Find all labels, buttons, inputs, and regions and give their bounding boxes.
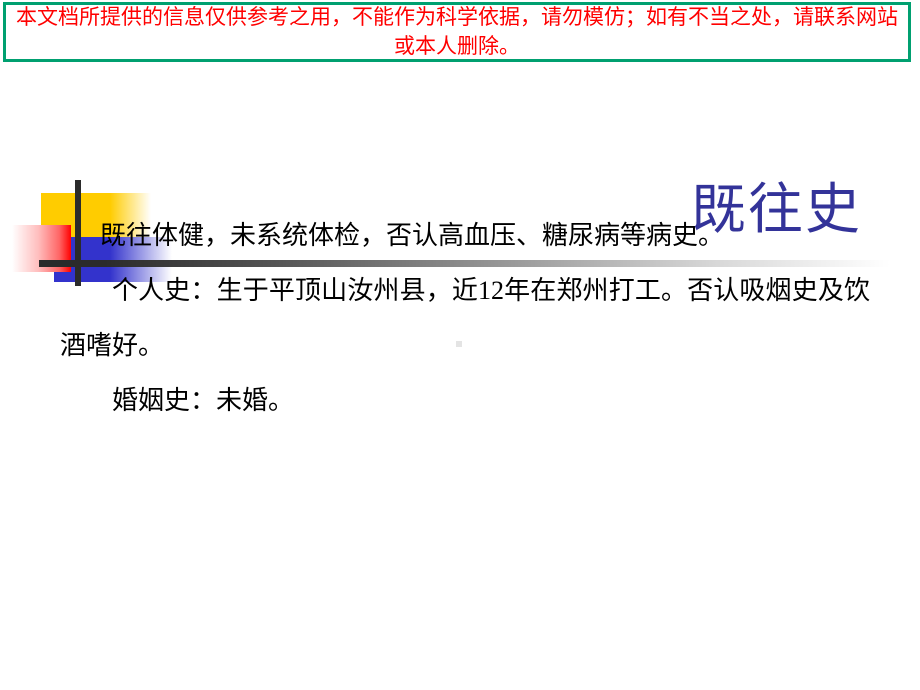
paragraph-past-history: 既往体健，未系统体检，否认高血压、糖尿病等病史。 (100, 221, 725, 250)
disclaimer-text: 本文档所提供的信息仅供参考之用，不能作为科学依据，请勿模仿；如有不当之处，请联系… (16, 5, 898, 58)
paragraph-personal-history: 个人史：生于平顶山汝州县，近12年在郑州打工。否认吸烟史及饮酒嗜好。 (60, 276, 870, 360)
slide-body: 既往体健，未系统体检，否认高血压、糖尿病等病史。 个人史：生于平顶山汝州县，近1… (0, 208, 920, 428)
decorative-logo (0, 82, 300, 286)
cursor-artifact (456, 341, 462, 347)
paragraph-marital-history: 婚姻史：未婚。 (112, 386, 295, 415)
slide-title-area: 既往史 (0, 82, 920, 286)
disclaimer-banner: 本文档所提供的信息仅供参考之用，不能作为科学依据，请勿模仿；如有不当之处，请联系… (3, 2, 911, 62)
